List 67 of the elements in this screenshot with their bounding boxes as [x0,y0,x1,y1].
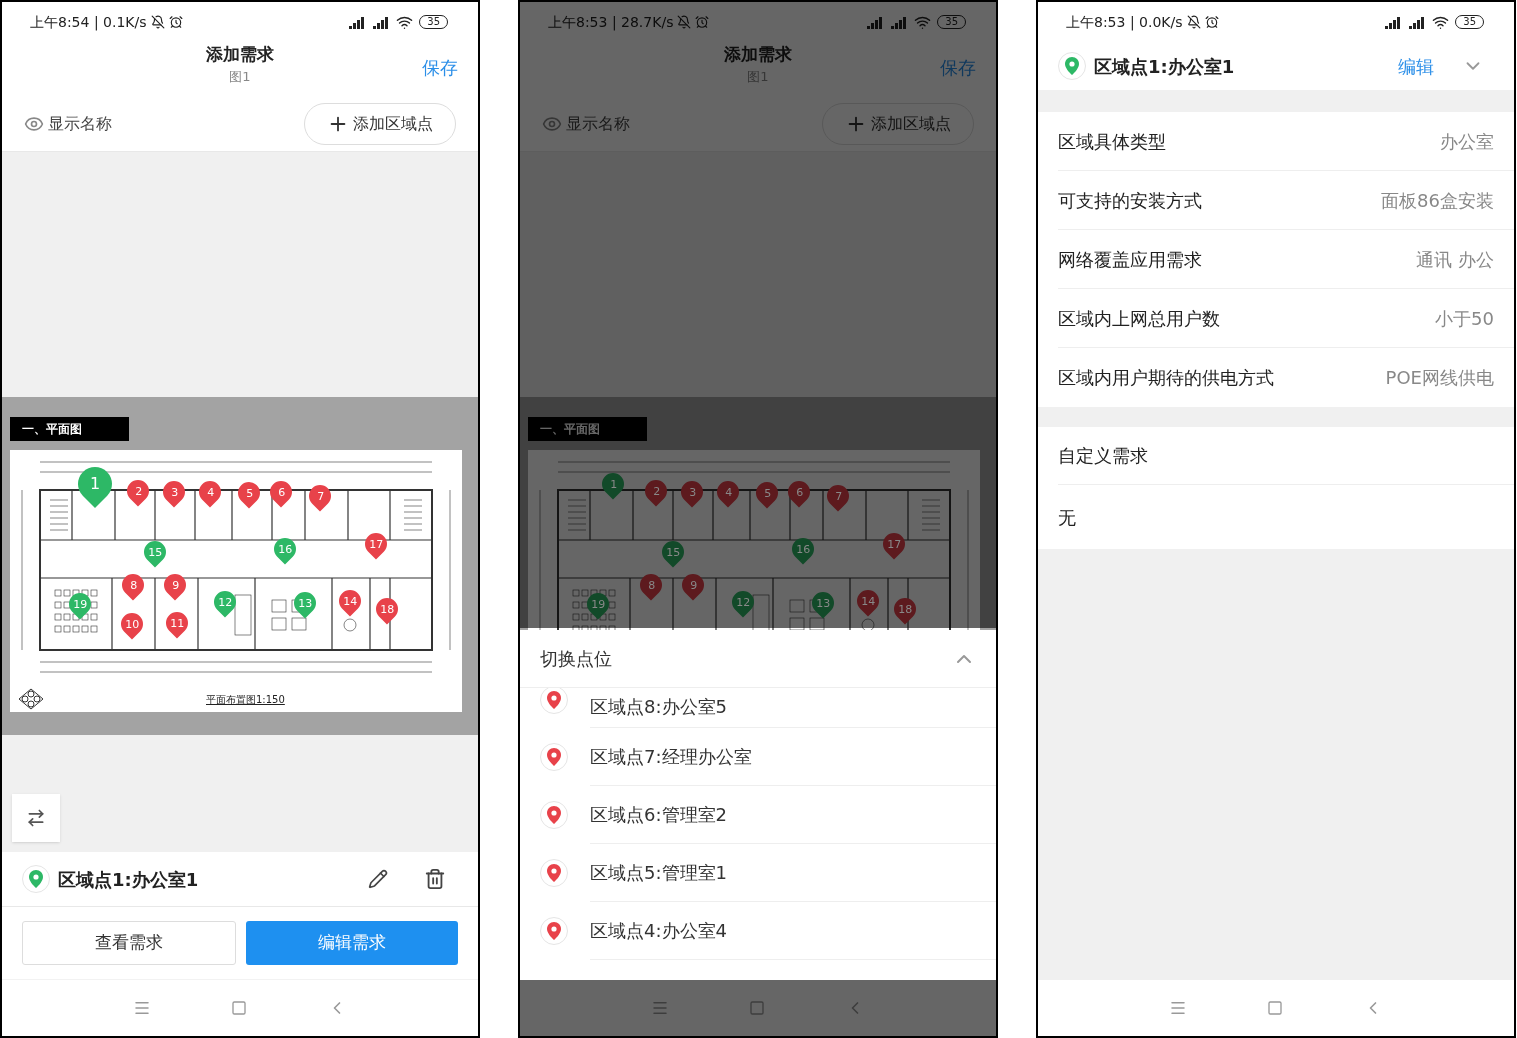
requirement-value: 办公室 [1440,129,1494,154]
point-name: 区域点1:办公室1 [1094,54,1236,79]
point-list-item[interactable]: 区域点7:经理办公室 [520,728,996,786]
requirement-label: 区域内用户期待的供电方式 [1058,366,1274,390]
switch-button[interactable] [12,794,60,842]
location-pin-icon [540,801,568,829]
point-list-item[interactable]: 区域点5:管理室1 [520,844,996,902]
show-names-label[interactable]: 显示名称 [566,112,630,136]
requirement-value: POE网线供电 [1385,366,1494,390]
custom-requirements-value: 无 [1058,505,1076,530]
page-title: 添加需求 [206,43,274,66]
alarm-icon [695,15,710,29]
edit-icon[interactable] [368,869,388,889]
signal-icon [890,15,909,29]
bell-off-icon [150,15,165,29]
home-icon[interactable] [231,1000,247,1016]
section-label: 一、平面图 [10,417,129,441]
signal-icon [1408,15,1427,29]
alarm-icon [1204,15,1219,29]
section-label: 一、平面图 [528,417,647,441]
page-subtitle: 图1 [229,68,251,86]
custom-requirements-title: 自定义需求 [1058,444,1148,468]
compass-icon [18,688,44,710]
point-list-item[interactable]: 区域点6:管理室2 [520,786,996,844]
menu-icon[interactable] [1169,999,1187,1017]
point-list-item[interactable]: 区域点4:办公室4 [520,902,996,960]
location-pin-icon [540,917,568,945]
bell-off-icon [677,15,692,29]
menu-icon[interactable] [133,999,151,1017]
edit-requirements-button[interactable]: 编辑需求 [246,921,458,965]
point-name: 区域点1:办公室1 [58,867,200,892]
signal-icon [372,15,391,29]
menu-icon[interactable] [651,999,669,1017]
plan-caption: 平面布置图1:150 [206,693,285,707]
edit-link[interactable]: 编辑 [1398,52,1434,80]
signal-icon [866,15,885,29]
eye-icon[interactable] [542,114,562,134]
requirement-value: 面板86盒安装 [1381,188,1494,213]
signal-icon [1384,15,1403,29]
requirement-label: 区域具体类型 [1058,129,1166,154]
eye-icon[interactable] [24,114,44,134]
status-time: 上午8:54 | 0.1K/s [30,12,147,33]
location-pin-icon [22,865,50,893]
location-pin-icon [540,859,568,887]
status-time: 上午8:53 | 0.0K/s [1066,12,1183,33]
location-pin-icon [1058,52,1086,80]
requirement-label: 可支持的安装方式 [1058,188,1202,213]
requirement-label: 区域内上网总用户数 [1058,306,1220,331]
view-requirements-button[interactable]: 查看需求 [22,921,236,965]
bell-off-icon [1186,15,1201,29]
home-icon[interactable] [749,1000,765,1016]
location-pin-icon [540,743,568,771]
delete-icon[interactable] [424,868,446,890]
requirement-value: 小于50 [1435,306,1494,331]
requirement-label: 网络覆盖应用需求 [1058,247,1202,272]
swap-arrows-icon [26,808,46,828]
alarm-icon [168,15,183,29]
status-time: 上午8:53 | 28.7K/s [548,12,674,33]
page-title: 添加需求 [724,43,792,66]
requirement-value: 通讯 办公 [1416,247,1494,272]
save-button[interactable]: 保存 [422,54,458,81]
show-names-label[interactable]: 显示名称 [48,112,112,136]
point-list-item[interactable]: 区域点8:办公室5 [520,688,996,728]
signal-icon [348,15,367,29]
sheet-title: 切换点位 [540,647,612,671]
home-icon[interactable] [1267,1000,1283,1016]
save-button[interactable]: 保存 [940,54,976,81]
